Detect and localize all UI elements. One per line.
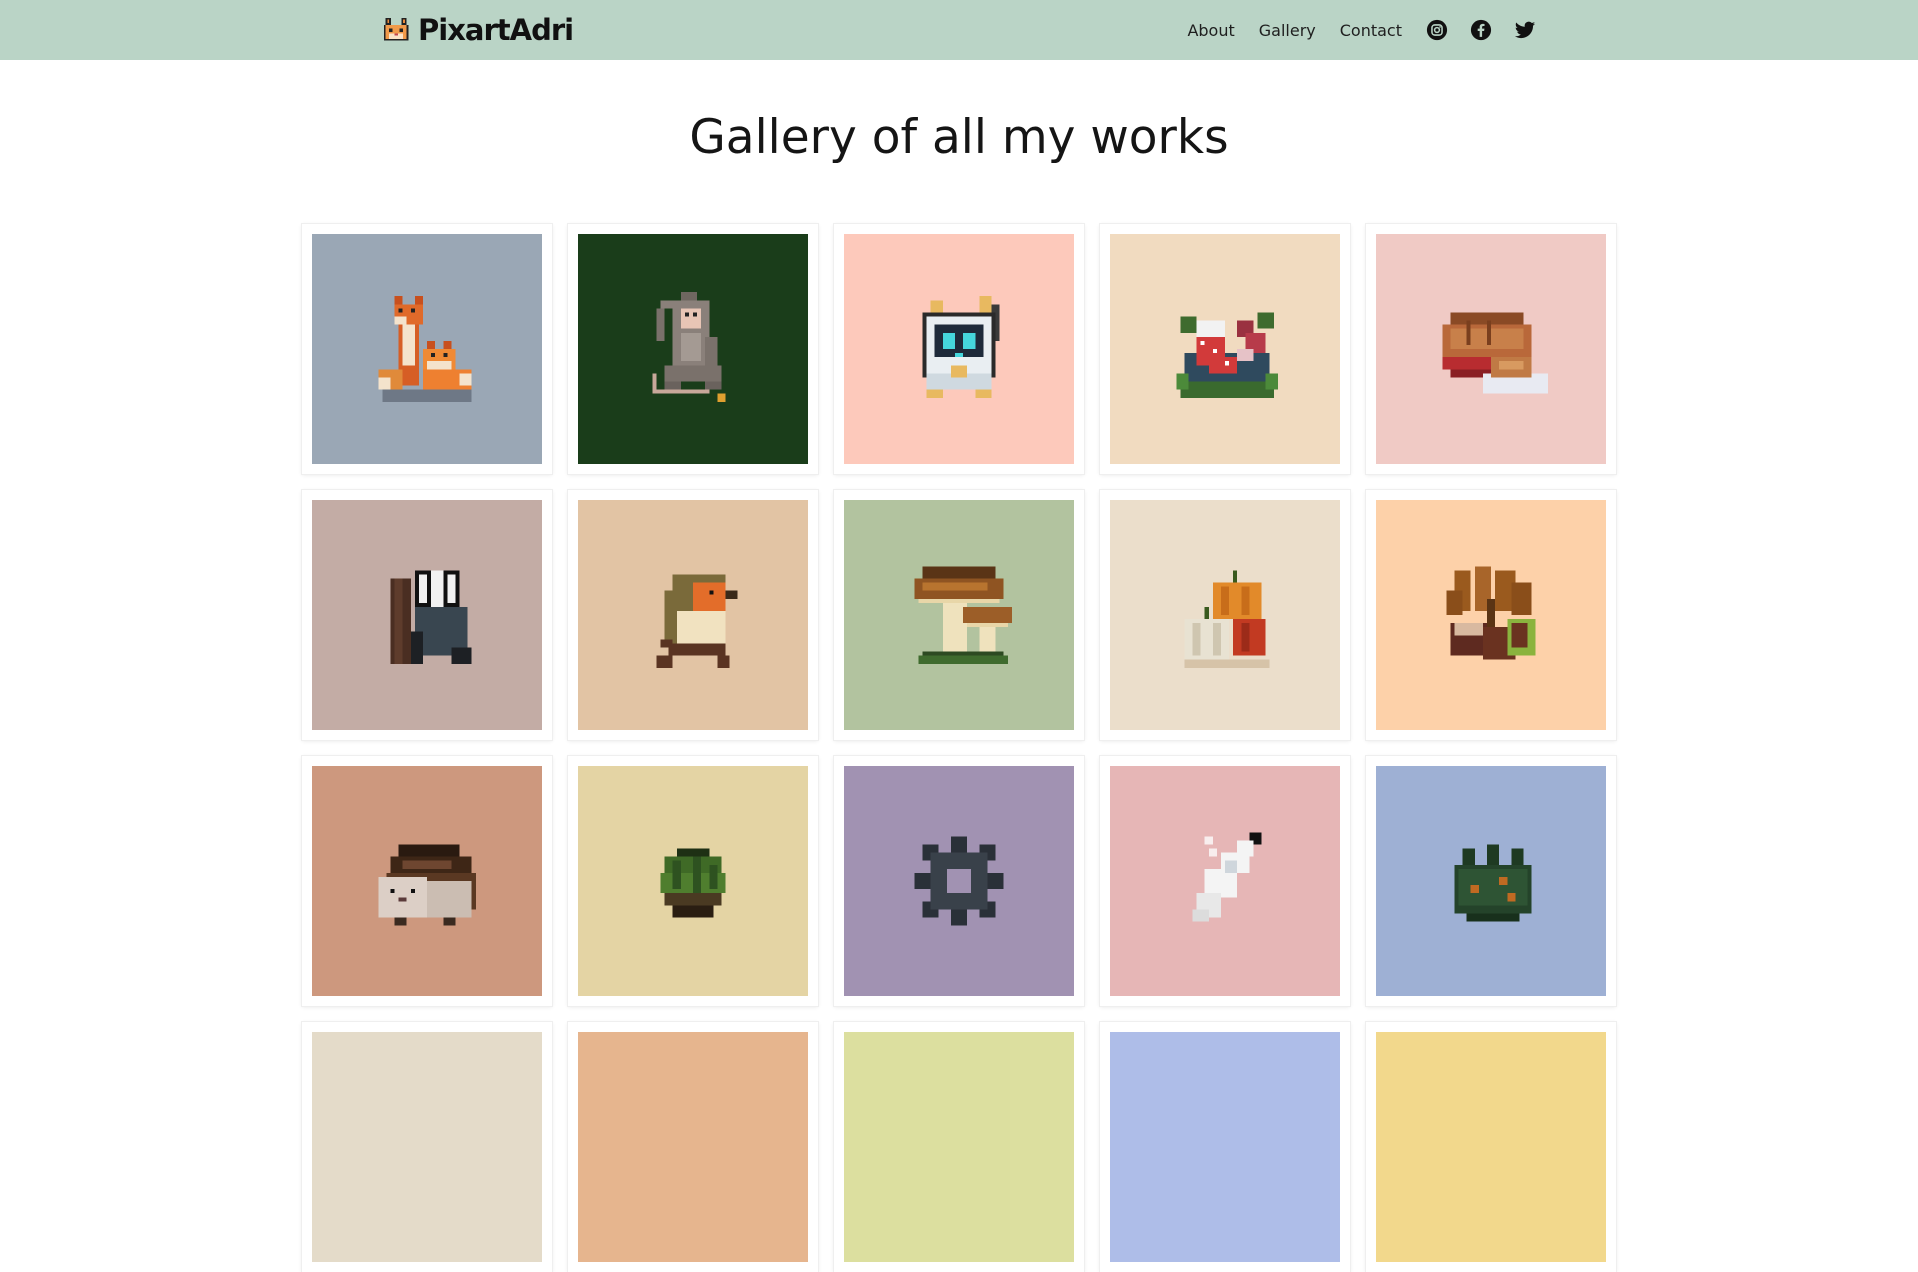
artwork-thumbnail [312, 1032, 542, 1262]
gallery-card[interactable] [568, 224, 818, 474]
monkey-icon [652, 292, 726, 402]
artwork-thumbnail [844, 500, 1074, 730]
cat-logo-icon [383, 17, 409, 41]
gallery-card[interactable] [1366, 756, 1616, 1006]
gallery-grid [302, 224, 1618, 1272]
gallery-card[interactable] [302, 756, 552, 1006]
gallery-card[interactable] [1100, 1022, 1350, 1272]
top-navbar: PixartAdri About Gallery Contact [0, 0, 1918, 60]
nav-contact-link[interactable]: Contact [1340, 21, 1402, 40]
nav-gallery-link[interactable]: Gallery [1259, 21, 1316, 40]
fox-family-icon [378, 296, 472, 402]
mushrooms-icon [914, 566, 1012, 664]
gallery-card[interactable] [834, 490, 1084, 740]
gallery-card[interactable] [302, 490, 552, 740]
gallery-card[interactable] [302, 1022, 552, 1272]
artwork-thumbnail [578, 500, 808, 730]
artwork-thumbnail [312, 500, 542, 730]
page-title: Gallery of all my works [689, 110, 1229, 165]
artwork-thumbnail [1110, 1032, 1340, 1262]
main-nav: About Gallery Contact [1187, 0, 1536, 60]
chestnuts-icon [1446, 566, 1536, 660]
cabbage-icon [660, 848, 726, 918]
artwork-thumbnail [1376, 500, 1606, 730]
artwork-thumbnail [1110, 766, 1340, 996]
pie-icon [1442, 312, 1548, 394]
artwork-thumbnail [1376, 234, 1606, 464]
gallery-card[interactable] [1100, 756, 1350, 1006]
brand-link[interactable]: PixartAdri [382, 10, 574, 50]
gallery-card[interactable] [1366, 224, 1616, 474]
artwork-thumbnail [844, 766, 1074, 996]
nav-about-link[interactable]: About [1187, 21, 1234, 40]
gallery-card[interactable] [1100, 490, 1350, 740]
artwork-thumbnail [1110, 234, 1340, 464]
artwork-thumbnail [844, 1032, 1074, 1262]
artwork-thumbnail [578, 234, 808, 464]
artwork-thumbnail [578, 1032, 808, 1262]
christmas-stocking-icon [1176, 312, 1278, 398]
gallery-card[interactable] [834, 224, 1084, 474]
artwork-thumbnail [1376, 1032, 1606, 1262]
robin-bird-icon [656, 574, 738, 668]
artwork-thumbnail [312, 766, 542, 996]
badger-icon [390, 570, 472, 664]
gallery-card[interactable] [834, 1022, 1084, 1272]
artwork-thumbnail [578, 766, 808, 996]
brand-name: PixartAdri [418, 13, 574, 47]
bush-icon [1454, 844, 1532, 922]
robot-cat-icon [922, 296, 1000, 398]
pumpkins-icon [1184, 570, 1270, 668]
gear-icon [914, 836, 1004, 926]
gallery-card[interactable] [1100, 224, 1350, 474]
gallery-card[interactable] [834, 756, 1084, 1006]
gallery-card[interactable] [1366, 1022, 1616, 1272]
gallery-card[interactable] [568, 756, 818, 1006]
twitter-icon[interactable] [1514, 19, 1536, 41]
gallery-card[interactable] [1366, 490, 1616, 740]
facebook-icon[interactable] [1470, 19, 1492, 41]
gallery-card[interactable] [302, 224, 552, 474]
hedgehog-icon [378, 844, 476, 926]
artwork-thumbnail [312, 234, 542, 464]
gallery-card[interactable] [568, 1022, 818, 1272]
artwork-thumbnail [1110, 500, 1340, 730]
artwork-thumbnail [844, 234, 1074, 464]
milk-bottle-icon [1192, 832, 1262, 922]
gallery-card[interactable] [568, 490, 818, 740]
instagram-icon[interactable] [1426, 19, 1448, 41]
artwork-thumbnail [1376, 766, 1606, 996]
